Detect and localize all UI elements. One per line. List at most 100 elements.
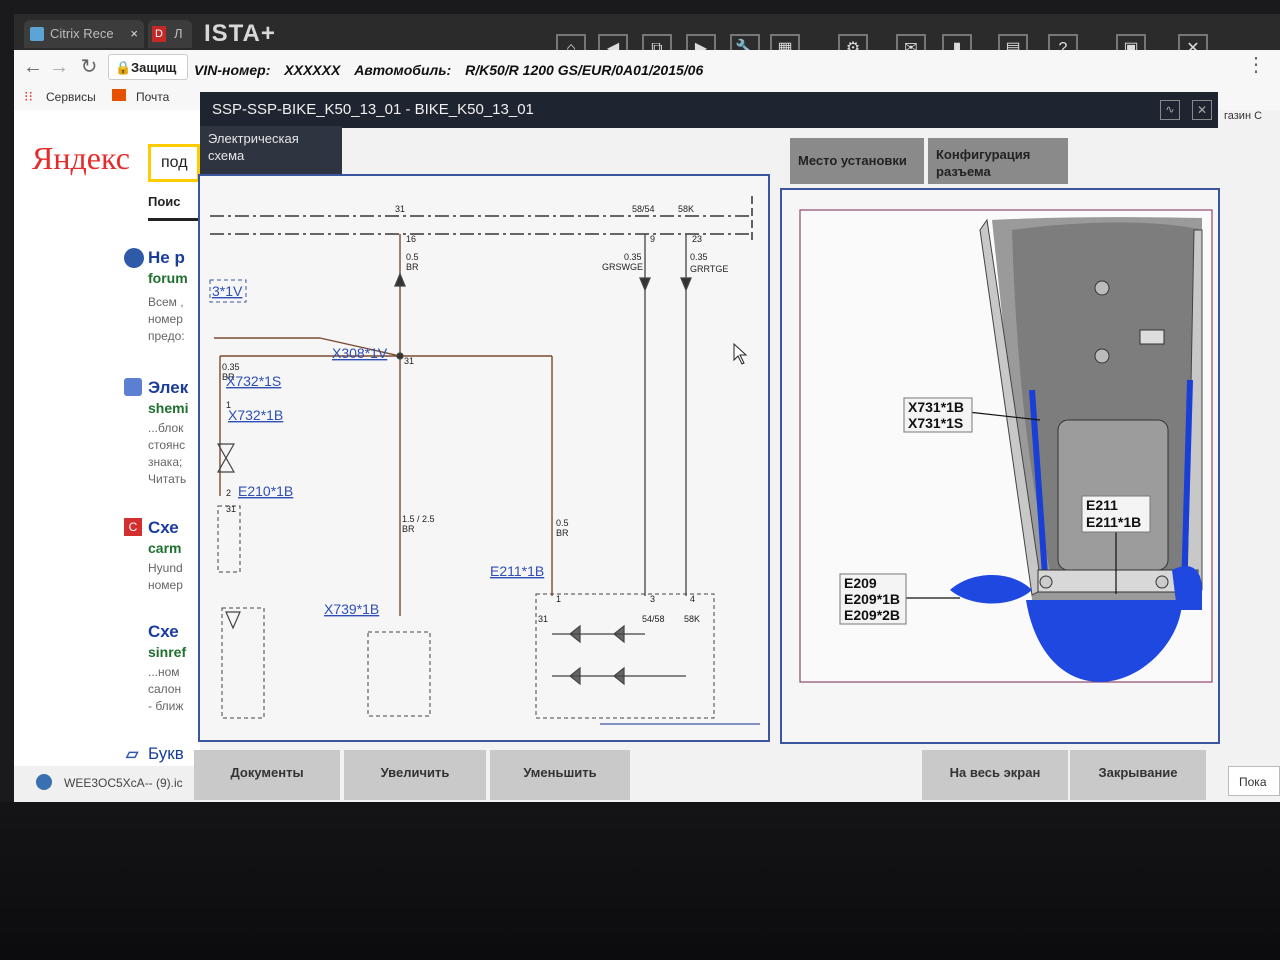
connector-link[interactable]: X739*1B	[324, 601, 379, 617]
callout-e209-2b: E209*2B	[844, 607, 900, 623]
apps-grid-icon: ⁝⁝	[24, 88, 33, 104]
wire-label: BR	[406, 262, 419, 272]
site-c-icon: C	[124, 518, 142, 536]
result-title[interactable]: Схе	[148, 518, 179, 538]
pin-label: 2	[226, 488, 231, 498]
installation-image-panel[interactable]: X731*1B X731*1S E211 E211*1B E209 E209*1…	[780, 188, 1220, 744]
result-title[interactable]: Не р	[148, 248, 185, 268]
citrix-icon	[30, 27, 44, 41]
tab-label: Л	[174, 26, 183, 41]
wire-label: GRSWGE	[602, 262, 643, 272]
pin-label: 4	[690, 594, 695, 604]
connector-link[interactable]: X732*1B	[228, 407, 283, 423]
fullscreen-button[interactable]: На весь экран	[922, 750, 1068, 800]
search-tab[interactable]: Поис	[148, 194, 181, 209]
vehicle-info: VIN-номер: XXXXXX Автомобиль: R/K50/R 12…	[194, 62, 703, 78]
connector-link[interactable]: E210*1B	[238, 483, 293, 499]
tab-label: Citrix Rece	[50, 26, 114, 41]
result-title[interactable]: Элек	[148, 378, 188, 398]
site-icon	[124, 378, 142, 396]
pin-label: 58/54	[632, 204, 655, 214]
tab-install-location[interactable]: Место установки	[790, 138, 924, 184]
wire-label: 0.5	[556, 518, 569, 528]
monitor-screen: Citrix Rece × D Л ISTA+ ⌂ ◀ ⧉ ▶ 🔧 ▦ ⚙ ✉ ▮ ▤? ▣ ✕ ← …	[14, 14, 1280, 802]
lock-icon: 🔒	[115, 60, 132, 75]
snippet-line: Читать	[148, 472, 187, 486]
browser-tab-citrix[interactable]: Citrix Rece ×	[24, 20, 144, 48]
wire-label: GRRTGE	[690, 264, 728, 274]
menu-dots-icon[interactable]: ⋮	[1246, 52, 1266, 77]
result-snippet: ...блок стоянс знака; Читать	[148, 420, 186, 488]
connector-link[interactable]: X308*1V	[332, 345, 388, 361]
security-label: Защищ	[131, 60, 177, 75]
snippet-line: ...блок	[148, 421, 184, 435]
mouse-cursor-icon	[733, 342, 748, 365]
documents-button[interactable]: Документы	[194, 750, 340, 800]
snippet-line: Всем ,	[148, 295, 184, 309]
zoom-out-button[interactable]: Уменьшить	[490, 750, 630, 800]
callout-e211: E211	[1086, 497, 1118, 513]
search-tab-underline	[148, 218, 200, 221]
result-title[interactable]: Схе	[148, 622, 179, 642]
yandex-logo-text: Яндекс	[32, 140, 130, 176]
result-source[interactable]: shemi	[148, 400, 188, 416]
url-security-chip[interactable]: 🔒 Защищ	[108, 54, 188, 80]
tab-close-icon[interactable]: ×	[130, 20, 138, 48]
result-source[interactable]: carm	[148, 540, 181, 556]
callout-e211-1b: E211*1B	[1086, 514, 1141, 530]
reload-icon[interactable]: ↻	[78, 56, 100, 78]
wire-label: 0.35	[624, 252, 642, 262]
snippet-line: предо:	[148, 329, 185, 343]
vin-value: XXXXXX	[284, 62, 341, 78]
pin-label: 31	[404, 356, 414, 366]
document-icon: D	[152, 26, 166, 42]
result-snippet: Hyund номер	[148, 560, 183, 594]
wire-label: BR	[402, 524, 415, 534]
right-hint-text: газин С	[1224, 110, 1263, 122]
result-title[interactable]: Букв	[148, 744, 184, 764]
close-button[interactable]: Закрывание	[1070, 750, 1206, 800]
bookmark-mail[interactable]: Почта	[136, 90, 169, 104]
result-source[interactable]: sinref	[148, 644, 186, 660]
chart-icon[interactable]: ∿	[1160, 100, 1180, 120]
search-button[interactable]: под	[148, 144, 200, 182]
snippet-line: ...ном	[148, 665, 180, 679]
show-all-button[interactable]: Пока	[1228, 766, 1280, 796]
browser-tab-second[interactable]: D Л	[148, 20, 192, 48]
tab-electrical-diagram[interactable]: Электрическая схема	[200, 126, 342, 176]
tab-connector-config[interactable]: Конфигурация разъема	[928, 138, 1068, 184]
back-arrow-icon[interactable]: ←	[22, 56, 44, 78]
snippet-line: стоянс	[148, 438, 186, 452]
pin-label: 54/58	[642, 614, 665, 624]
snippet-line: - ближ	[148, 699, 184, 713]
pin-label: 58K	[684, 614, 700, 624]
yandex-logo[interactable]: Яндекс	[32, 140, 130, 177]
wire-label: BR	[556, 528, 569, 538]
wiring-diagram-panel[interactable]: 31 16 58/54 9 58K 23 31 1 2 31 1 3 4 54/…	[198, 174, 770, 742]
pin-label: 58K	[678, 204, 694, 214]
forward-arrow-icon[interactable]: →	[48, 56, 70, 78]
pin-label: 31	[226, 504, 236, 514]
vehicle-value: R/K50/R 1200 GS/EUR/0A01/2015/06	[465, 62, 704, 78]
window-close-icon[interactable]: ✕	[1192, 100, 1212, 120]
app-title: ISTA+	[204, 20, 276, 47]
connector-link[interactable]: X732*1S	[226, 373, 281, 389]
zoom-in-button[interactable]: Увеличить	[344, 750, 486, 800]
callout-e209: E209	[844, 575, 877, 591]
downloads-bar: WEE3OC5XcA-- (9).ic	[14, 766, 200, 802]
download-filename[interactable]: WEE3OC5XcA-- (9).ic	[64, 776, 183, 790]
wiring-diagram: 31 16 58/54 9 58K 23 31 1 2 31 1 3 4 54/…	[209, 196, 760, 725]
pin-label: 9	[650, 234, 655, 244]
snippet-line: Hyund	[148, 561, 183, 575]
motorcycle-rear-image: X731*1B X731*1S E211 E211*1B E209 E209*1…	[799, 209, 1213, 683]
snippet-line: знака;	[148, 455, 183, 469]
wire-label: 0.35	[222, 362, 240, 372]
connector-link[interactable]: 3*1V	[212, 283, 243, 299]
pin-label: 31	[538, 614, 548, 624]
connector-link[interactable]: E211*1B	[490, 563, 544, 579]
bookmark-services[interactable]: Сервисы	[46, 90, 96, 104]
result-source[interactable]: forum	[148, 270, 188, 286]
pin-label: 3	[650, 594, 655, 604]
wire-label: 0.35	[690, 252, 708, 262]
vehicle-label: Автомобиль:	[354, 62, 452, 78]
